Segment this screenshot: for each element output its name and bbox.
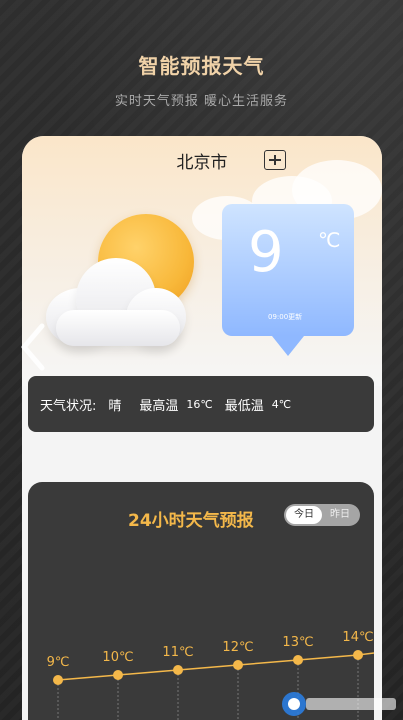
promo-headline: 智能预报天气 — [138, 54, 265, 78]
add-city-button[interactable] — [264, 150, 286, 170]
temp-point — [113, 670, 123, 680]
temp-unit: ℃ — [318, 228, 341, 252]
forecast-title: 24小时天气预报 — [128, 511, 254, 531]
status-label: 天气状况: — [40, 398, 97, 414]
temp-point — [53, 675, 63, 685]
tab-yesterday[interactable]: 昨日 — [322, 506, 358, 524]
current-temp-card: 9 ℃ 09:00更新 — [222, 204, 354, 356]
temp-point — [353, 650, 363, 660]
low-label: 最低温 — [224, 398, 264, 414]
sunny-cloudy-icon — [46, 214, 196, 354]
day-toggle[interactable]: 今日 昨日 — [284, 504, 360, 526]
high-label: 最高温 — [139, 398, 179, 414]
promo-subline: 实时天气预报 暖心生活服务 — [114, 94, 289, 109]
app-screen: 北京市 9 ℃ 09:00更新 天气状况: 晴 最高温 16℃ 最低温 4℃ 2… — [22, 136, 382, 720]
temp-label: 10℃ — [102, 650, 133, 665]
update-time: 09:00更新 — [268, 313, 303, 321]
low-value: 4℃ — [271, 397, 292, 411]
temp-label: 13℃ — [282, 635, 313, 650]
high-value: 16℃ — [186, 397, 213, 411]
city-name[interactable]: 北京市 — [22, 148, 382, 173]
temp-label: 9℃ — [47, 655, 70, 670]
weather-status-bar: 天气状况: 晴 最高温 16℃ 最低温 4℃ — [28, 376, 374, 432]
temp-point — [293, 655, 303, 665]
tab-today[interactable]: 今日 — [286, 506, 322, 524]
cloud-icon — [46, 248, 186, 348]
chevron-left-icon[interactable] — [18, 322, 48, 372]
status-condition: 晴 — [108, 398, 122, 414]
current-temp: 9 — [248, 220, 284, 285]
temp-label: 11℃ — [162, 645, 193, 660]
temp-point — [233, 660, 243, 670]
temp-point — [173, 665, 183, 675]
temp-label: 12℃ — [222, 640, 253, 655]
watermark-logo — [282, 692, 396, 716]
temp-label: 14℃ — [342, 630, 373, 645]
